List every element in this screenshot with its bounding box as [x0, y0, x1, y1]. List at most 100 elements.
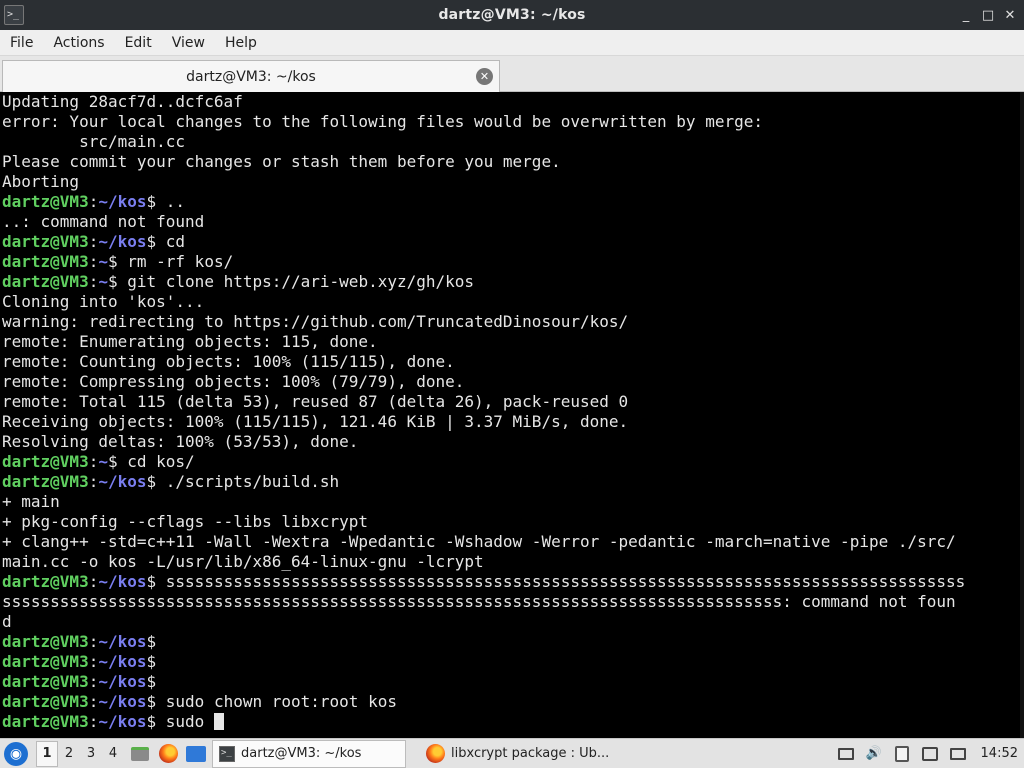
- menu-help[interactable]: Help: [219, 35, 263, 51]
- terminal-icon[interactable]: >_: [4, 5, 24, 25]
- output-line: + clang++ -std=c++11 -Wall -Wextra -Wped…: [2, 532, 956, 551]
- prompt-colon: :: [88, 252, 99, 271]
- terminal-output[interactable]: Updating 28acf7d..dcfc6af error: Your loc…: [0, 92, 1024, 738]
- output-line: warning: redirecting to https://github.c…: [2, 312, 629, 331]
- prompt-user-host: dartz@VM3: [2, 452, 89, 471]
- prompt-user-host: dartz@VM3: [2, 572, 89, 591]
- prompt-path: ~/kos: [98, 572, 147, 591]
- prompt-line: dartz@VM3:~/kos$ cd: [2, 232, 1024, 252]
- notification-icon[interactable]: [949, 746, 967, 762]
- prompt-path: ~/kos: [98, 632, 147, 651]
- prompt-colon: :: [88, 192, 99, 211]
- text-cursor: [213, 713, 224, 730]
- output-line: ..: command not found: [2, 212, 205, 231]
- task-firefox[interactable]: libxcrypt package : Ub...: [420, 740, 630, 768]
- menu-actions[interactable]: Actions: [47, 35, 110, 51]
- prompt-user-host: dartz@VM3: [2, 192, 89, 211]
- command-text: ./scripts/build.sh: [165, 472, 340, 491]
- prompt-line: dartz@VM3:~$ cd kos/: [2, 452, 1024, 472]
- prompt-line: dartz@VM3:~/kos$: [2, 632, 1024, 652]
- window-titlebar[interactable]: >_ dartz@VM3: ~/kos _ □ ✕: [0, 0, 1024, 30]
- output-line: Updating 28acf7d..dcfc6af: [2, 92, 243, 111]
- tab-label: dartz@VM3: ~/kos: [186, 68, 316, 85]
- tab-bar: dartz@VM3: ~/kos ✕: [0, 56, 1024, 92]
- command-text: sudo chown root:root kos: [165, 692, 397, 711]
- prompt-colon: :: [88, 472, 99, 491]
- menu-file[interactable]: File: [4, 35, 39, 51]
- output-line: Resolving deltas: 100% (53/53), done.: [2, 432, 359, 451]
- output-line: remote: Compressing objects: 100% (79/79…: [2, 372, 465, 391]
- prompt-line: dartz@VM3:~/kos$ ./scripts/build.sh: [2, 472, 1024, 492]
- prompt-path: ~/kos: [98, 712, 147, 731]
- prompt-user-host: dartz@VM3: [2, 472, 89, 491]
- prompt-path: ~: [98, 252, 108, 271]
- display-icon[interactable]: [837, 746, 855, 762]
- workspace-3[interactable]: 3: [80, 741, 102, 767]
- output-line: remote: Enumerating objects: 115, done.: [2, 332, 378, 351]
- clipboard-icon[interactable]: [893, 745, 911, 762]
- terminal-icon: >_: [219, 745, 235, 762]
- terminal-scrollbar[interactable]: [1020, 92, 1024, 738]
- prompt-dollar: $: [146, 232, 166, 251]
- prompt-user-host: dartz@VM3: [2, 672, 89, 691]
- prompt-colon: :: [88, 652, 99, 671]
- firefox-icon: [426, 744, 445, 763]
- taskbar: ◉ 1 2 3 4 >_ dartz@VM3: ~/kos libxcrypt …: [0, 738, 1024, 768]
- prompt-line: dartz@VM3:~/kos$ sssssssssssssssssssssss…: [2, 572, 1024, 592]
- network-icon[interactable]: [921, 746, 939, 762]
- prompt-colon: :: [88, 672, 99, 691]
- close-tab-icon[interactable]: ✕: [476, 68, 493, 85]
- prompt-path: ~/kos: [98, 192, 147, 211]
- terminal-tab[interactable]: dartz@VM3: ~/kos ✕: [2, 60, 500, 92]
- prompt-dollar: $: [107, 272, 128, 291]
- volume-icon[interactable]: 🔊: [865, 746, 883, 762]
- prompt-colon: :: [88, 232, 99, 251]
- prompt-path: ~/kos: [98, 652, 147, 671]
- prompt-dollar: $: [146, 712, 166, 731]
- clock[interactable]: 14:52: [981, 746, 1018, 761]
- workspace-2[interactable]: 2: [58, 741, 80, 767]
- prompt-dollar: $: [146, 192, 166, 211]
- task-terminal-label: dartz@VM3: ~/kos: [241, 746, 362, 761]
- task-terminal[interactable]: >_ dartz@VM3: ~/kos: [212, 739, 406, 768]
- close-button[interactable]: ✕: [1002, 5, 1018, 25]
- prompt-line: dartz@VM3:~/kos$: [2, 652, 1024, 672]
- output-line: src/main.cc: [2, 132, 186, 151]
- workspace-1[interactable]: 1: [36, 740, 58, 767]
- prompt-dollar: $: [146, 672, 166, 691]
- output-line: error: Your local changes to the followi…: [2, 112, 763, 131]
- prompt-line: dartz@VM3:~/kos$ sudo: [2, 712, 1024, 732]
- command-text: rm -rf kos/: [127, 252, 234, 271]
- output-line: Cloning into 'kos'...: [2, 292, 205, 311]
- prompt-path: ~/kos: [98, 692, 147, 711]
- prompt-colon: :: [88, 572, 99, 591]
- output-line: remote: Counting objects: 100% (115/115)…: [2, 352, 455, 371]
- menu-view[interactable]: View: [166, 35, 211, 51]
- prompt-colon: :: [88, 452, 99, 471]
- command-text: cd: [165, 232, 186, 251]
- prompt-colon: :: [88, 272, 99, 291]
- firefox-icon[interactable]: [156, 742, 180, 766]
- show-desktop-icon[interactable]: [184, 742, 208, 766]
- file-manager-icon[interactable]: [128, 742, 152, 766]
- minimize-button[interactable]: _: [958, 5, 974, 25]
- prompt-user-host: dartz@VM3: [2, 272, 89, 291]
- workspace-4[interactable]: 4: [102, 741, 124, 767]
- prompt-dollar: $: [146, 472, 166, 491]
- command-text: ..: [165, 192, 186, 211]
- prompt-line: dartz@VM3:~$ git clone https://ari-web.x…: [2, 272, 1024, 292]
- prompt-user-host: dartz@VM3: [2, 252, 89, 271]
- menu-bar: File Actions Edit View Help: [0, 30, 1024, 56]
- prompt-dollar: $: [107, 252, 128, 271]
- prompt-colon: :: [88, 712, 99, 731]
- maximize-button[interactable]: □: [980, 5, 996, 25]
- output-line: Please commit your changes or stash them…: [2, 152, 561, 171]
- start-menu-icon[interactable]: ◉: [4, 741, 28, 766]
- output-line: ssssssssssssssssssssssssssssssssssssssss…: [2, 592, 956, 611]
- output-line: + pkg-config --cflags --libs libxcrypt: [2, 512, 369, 531]
- prompt-line: dartz@VM3:~$ rm -rf kos/: [2, 252, 1024, 272]
- output-line: remote: Total 115 (delta 53), reused 87 …: [2, 392, 629, 411]
- prompt-user-host: dartz@VM3: [2, 692, 89, 711]
- prompt-path: ~/kos: [98, 232, 147, 251]
- menu-edit[interactable]: Edit: [119, 35, 158, 51]
